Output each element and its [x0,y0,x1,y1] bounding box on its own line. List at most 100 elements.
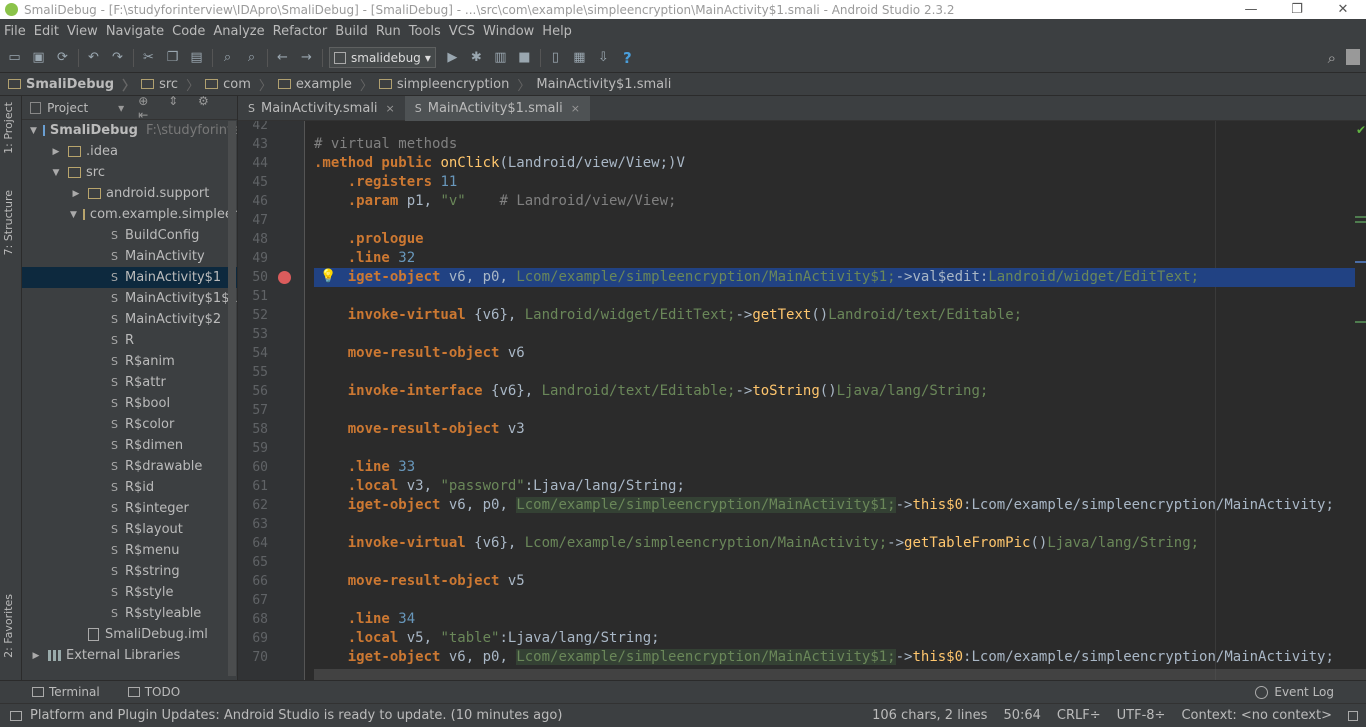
stripe-marker[interactable] [1355,216,1366,218]
maximize-button[interactable]: ❐ [1274,2,1320,17]
breadcrumb-example[interactable]: example 〉 [277,75,373,94]
collapsed-arrow-icon[interactable]: ▶ [30,651,42,661]
stripe-marker[interactable] [1355,261,1366,263]
tree-item[interactable]: S R$styleable [22,603,237,624]
debug-icon[interactable]: ✱ [468,49,485,66]
project-panel-scrollbar[interactable] [228,121,236,676]
menu-analyze[interactable]: Analyze [213,24,264,39]
close-button[interactable]: ✕ [1320,2,1366,17]
tree-item[interactable]: ▶ .idea [22,141,237,162]
tree-item[interactable]: S R$string [22,561,237,582]
tree-item[interactable]: S R$anim [22,351,237,372]
tree-item[interactable]: S R$dimen [22,435,237,456]
undo-icon[interactable]: ↶ [85,49,102,66]
tree-item[interactable]: S R$bool [22,393,237,414]
expanded-arrow-icon[interactable]: ▼ [50,168,62,178]
stop-icon[interactable]: ■ [516,49,533,66]
code-line[interactable]: .local v5, "table":Ljava/lang/String; [314,629,660,648]
tree-item[interactable]: S R$integer [22,498,237,519]
forward-icon[interactable]: → [298,49,315,66]
menu-tools[interactable]: Tools [409,24,441,39]
code-line[interactable]: invoke-virtual {v6}, Landroid/widget/Edi… [314,306,1022,325]
status-message-icon[interactable] [10,710,22,721]
save-all-icon[interactable]: ▣ [30,49,47,66]
tree-item[interactable]: SmaliDebug.iml [22,624,237,645]
breadcrumb-file[interactable]: MainActivity$1.smali [536,77,671,92]
code-line[interactable]: move-result-object v3 [314,420,525,439]
avd-manager-icon[interactable]: ▯ [547,49,564,66]
code-line[interactable]: .registers 11 [314,173,458,192]
project-view-select[interactable]: Project [47,101,88,115]
close-icon[interactable]: × [386,102,395,115]
back-icon[interactable]: ← [274,49,291,66]
run-icon[interactable]: ▶ [444,49,461,66]
caret-position[interactable]: 50:64 [1003,708,1040,723]
code-line[interactable]: iget-object v6, p0, Lcom/example/simplee… [314,496,1334,515]
menu-help[interactable]: Help [542,24,572,39]
stripe-marker[interactable] [1355,221,1366,223]
menu-view[interactable]: View [67,24,98,39]
lock-icon[interactable] [1348,710,1358,721]
open-folder-icon[interactable]: ▭ [6,49,23,66]
menu-run[interactable]: Run [376,24,401,39]
menu-refactor[interactable]: Refactor [273,24,328,39]
tree-item[interactable]: SR [22,330,237,351]
todo-tool-button[interactable]: TODO [127,685,180,699]
code-line[interactable]: move-result-object v6 [314,344,525,363]
code-editor[interactable]: 42 43 # virtual methods 44 .method public on… [238,121,1366,680]
tree-item[interactable]: ▼ com.example.simpleenc [22,204,237,225]
tool-window-project-tab[interactable]: 1: Project [2,102,15,154]
menu-code[interactable]: Code [172,24,205,39]
stripe-marker[interactable] [1355,321,1366,323]
collapsed-arrow-icon[interactable]: ▶ [70,189,82,199]
tree-item[interactable]: S R$attr [22,372,237,393]
tree-item[interactable]: S MainActivity$1 [22,267,237,288]
tree-item[interactable]: S R$menu [22,540,237,561]
context-select[interactable]: Context: <no context> [1181,708,1332,723]
tree-item[interactable]: S BuildConfig [22,225,237,246]
menu-navigate[interactable]: Navigate [106,24,164,39]
tree-item[interactable]: S R$style [22,582,237,603]
tree-item[interactable]: S R$color [22,414,237,435]
expanded-arrow-icon[interactable]: ▼ [30,126,37,136]
code-line[interactable]: invoke-interface {v6}, Landroid/text/Edi… [314,382,989,401]
tab-mainactivity1-smali[interactable]: S MainActivity$1.smali × [404,96,590,121]
collapsed-arrow-icon[interactable]: ▶ [50,147,62,157]
minimize-button[interactable]: — [1228,2,1274,17]
menu-build[interactable]: Build [335,24,368,39]
tree-item[interactable]: ▼ SmaliDebug F:\studyforinterv [22,120,237,141]
tab-mainactivity-smali[interactable]: S MainActivity.smali × [238,96,405,121]
help-icon[interactable]: ? [619,49,636,67]
event-log-tool-button[interactable]: Event Log [1255,685,1334,699]
code-line[interactable]: .line 32 [314,249,415,268]
error-stripe[interactable] [1355,121,1366,680]
breadcrumb-simpleencryption[interactable]: simpleencryption 〉 [378,75,530,94]
code-line[interactable]: .method public onClick(Landroid/view/Vie… [314,154,685,173]
chevron-down-icon[interactable]: ▾ [118,101,124,115]
menu-vcs[interactable]: VCS [449,24,475,39]
tree-item[interactable]: S R$id [22,477,237,498]
breakpoint-icon[interactable] [278,271,291,284]
tree-item[interactable]: ▶ android.support [22,183,237,204]
copy-icon[interactable]: ❐ [164,49,181,66]
tree-item[interactable]: S R$layout [22,519,237,540]
code-line[interactable]: .line 33 [314,458,415,477]
project-structure-icon[interactable]: ▦ [571,49,588,66]
terminal-tool-button[interactable]: Terminal [32,685,100,699]
code-line[interactable]: move-result-object v5 [314,572,525,591]
menu-window[interactable]: Window [483,24,534,39]
search-everywhere-icon[interactable]: ⌕ [1328,49,1336,67]
code-line[interactable]: .local v3, "password":Ljava/lang/String; [314,477,685,496]
menu-file[interactable]: File [4,24,26,39]
line-separator-select[interactable]: CRLF÷ [1057,708,1101,723]
code-line[interactable]: iget-object v6, p0, Lcom/example/simplee… [314,648,1334,667]
redo-icon[interactable]: ↷ [109,49,126,66]
tree-item[interactable]: S R$drawable [22,456,237,477]
editor-horizontal-scrollbar[interactable] [314,669,1366,680]
attach-debugger-icon[interactable]: ▥ [492,49,509,66]
code-line[interactable]: # virtual methods [314,135,457,154]
breadcrumb-com[interactable]: com 〉 [205,75,272,94]
encoding-select[interactable]: UTF-8÷ [1117,708,1166,723]
code-line[interactable]: invoke-virtual {v6}, Lcom/example/simple… [314,534,1199,553]
run-configuration-select[interactable]: smalidebug ▾ [329,47,436,68]
